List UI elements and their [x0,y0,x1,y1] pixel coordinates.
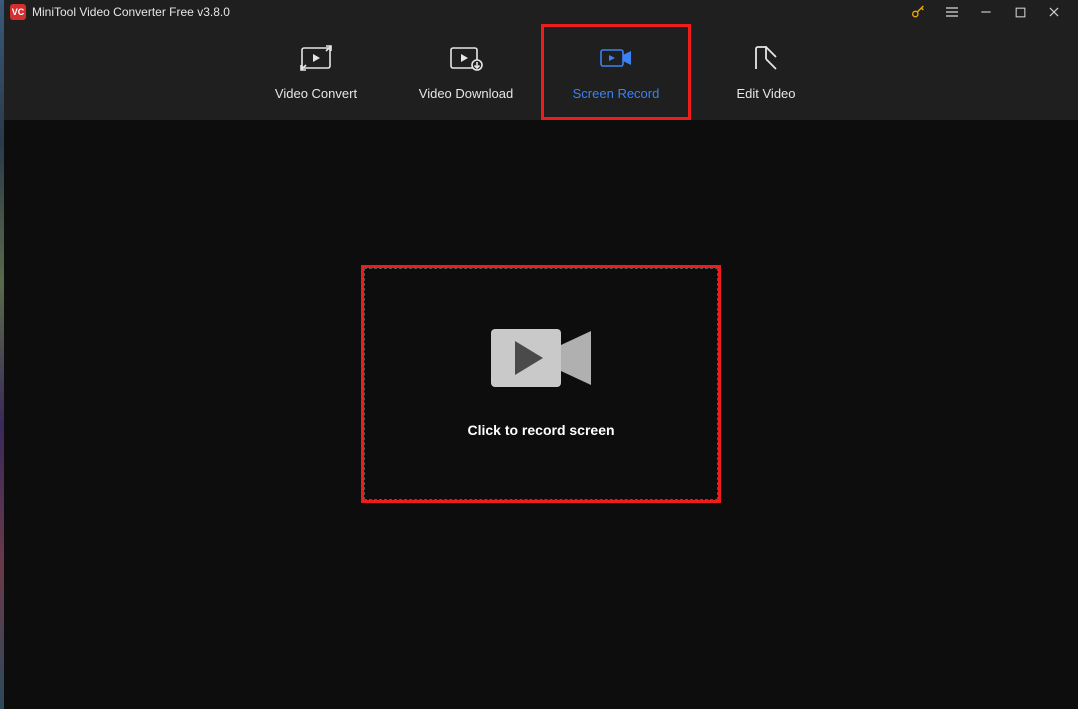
nav-tabs: Video Convert Video Download [4,24,1078,120]
edit-icon [752,44,780,72]
record-screen-button[interactable]: Click to record screen [361,265,721,503]
minimize-icon[interactable] [978,4,994,20]
window-controls [910,4,1072,20]
tab-label: Screen Record [573,86,660,101]
camera-icon [491,329,591,394]
maximize-icon[interactable] [1012,4,1028,20]
app-window: VC MiniTool Video Converter Free v3.8.0 [4,0,1078,709]
download-icon [449,44,483,72]
main-content: Click to record screen [4,120,1078,709]
menu-icon[interactable] [944,4,960,20]
titlebar: VC MiniTool Video Converter Free v3.8.0 [4,0,1078,24]
app-logo-icon: VC [10,4,26,20]
tab-video-convert[interactable]: Video Convert [241,24,391,120]
tab-label: Video Convert [275,86,357,101]
convert-icon [299,44,333,72]
record-caption: Click to record screen [467,422,614,438]
tab-label: Edit Video [736,86,795,101]
key-icon[interactable] [910,4,926,20]
tab-screen-record[interactable]: Screen Record [541,24,691,120]
tab-video-download[interactable]: Video Download [391,24,541,120]
tab-edit-video[interactable]: Edit Video [691,24,841,120]
tab-label: Video Download [419,86,513,101]
record-icon [599,44,633,72]
close-icon[interactable] [1046,4,1062,20]
app-title: MiniTool Video Converter Free v3.8.0 [32,5,230,19]
